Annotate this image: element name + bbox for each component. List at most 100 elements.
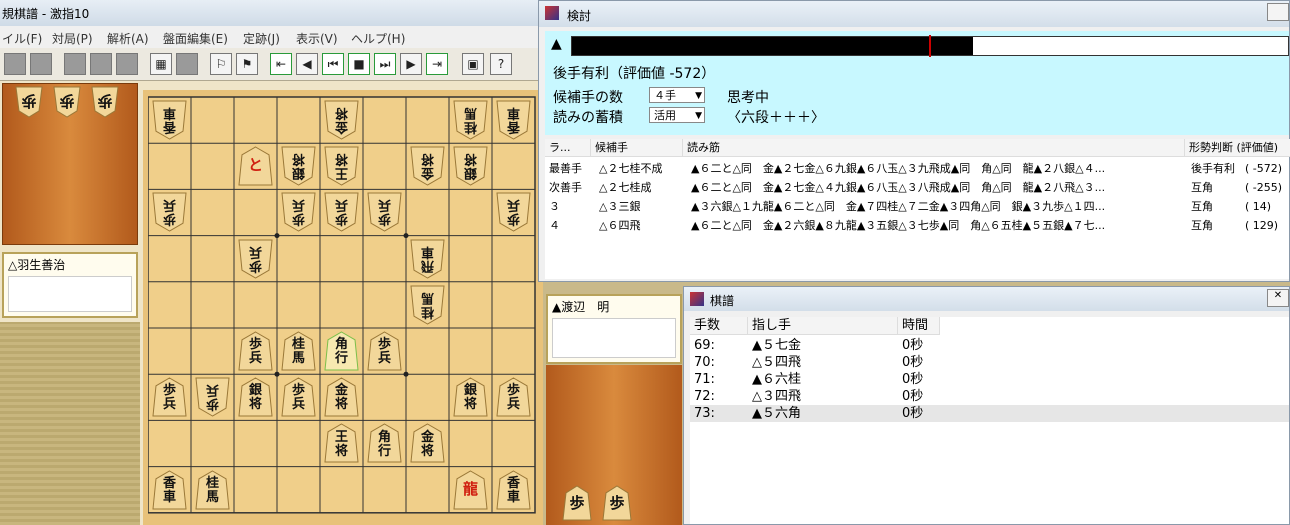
gote-piece[interactable]: 歩 [91, 86, 119, 118]
gote-piece[interactable]: 歩兵 [281, 192, 316, 232]
save-icon[interactable] [64, 53, 86, 75]
sente-piece[interactable]: 歩 [562, 485, 592, 521]
sente-piece[interactable]: 歩兵 [152, 377, 187, 417]
first-move-icon[interactable]: ⇤ [270, 53, 292, 75]
candidates-label: 候補手の数 [553, 90, 623, 106]
row-move: △２七桂不成 [599, 162, 663, 175]
gote-piece[interactable]: 香車 [152, 100, 187, 140]
sente-piece[interactable]: 桂馬 [195, 470, 230, 510]
sente-piece[interactable]: 角行 [367, 423, 402, 463]
help-icon[interactable]: ? [490, 53, 512, 75]
gote-piece[interactable]: 歩兵 [367, 192, 402, 232]
stop-analyze-icon[interactable]: ⚑ [236, 53, 258, 75]
gote-piece[interactable]: 歩兵 [152, 192, 187, 232]
monitor-icon[interactable]: ▣ [462, 53, 484, 75]
piece-label: と [247, 156, 263, 175]
header-rank[interactable]: ラ... [545, 139, 591, 157]
kifu-row[interactable]: 73: ▲５六角 0秒 [690, 405, 1289, 422]
menu-file[interactable]: イル(F) [2, 30, 42, 47]
kifu-move: ▲６六桂 [752, 372, 801, 387]
sente-piece[interactable]: 歩兵 [238, 331, 273, 371]
candidate-row[interactable]: ４ △６四飛 ▲６二と△同 金▲２六銀▲８九龍▲３五銀△３七歩▲同 角△６五桂▲５五… [545, 216, 1289, 235]
sente-piece[interactable]: 香車 [152, 470, 187, 510]
gote-piece[interactable]: 歩兵 [238, 239, 273, 279]
star-point [274, 371, 280, 377]
header-line[interactable]: 読み筋 [683, 139, 1185, 157]
edit-icon[interactable] [176, 53, 198, 75]
piece-label: 歩兵 [292, 197, 306, 227]
kifu-row[interactable]: 70: △５四飛 0秒 [690, 354, 1289, 371]
forward-icon[interactable]: ⏭ [374, 53, 396, 75]
row-line: ▲３六銀△１九龍▲６二と△同 金▲７四桂△７二金▲３四角△同 銀▲３九歩△１四.… [691, 200, 1106, 213]
sente-piece[interactable]: 角行 [324, 331, 359, 371]
gote-piece[interactable]: 飛車 [410, 239, 445, 279]
calculator-icon[interactable]: ▦ [150, 53, 172, 75]
sente-piece[interactable]: 銀将 [238, 377, 273, 417]
back-icon[interactable]: ⏮ [322, 53, 344, 75]
sente-piece[interactable]: 歩兵 [281, 377, 316, 417]
header-candidate[interactable]: 候補手 [591, 139, 683, 157]
gote-piece[interactable]: 香車 [496, 100, 531, 140]
open-icon[interactable] [30, 53, 52, 75]
menu-board-edit[interactable]: 盤面編集(E) [163, 30, 228, 47]
piece-label: 桂馬 [421, 289, 435, 319]
gote-piece[interactable]: 歩 [15, 86, 43, 118]
candidate-row[interactable]: ３ △３三銀 ▲３六銀△１九龍▲６二と△同 金▲７四桂△７二金▲３四角△同 銀▲３九… [545, 197, 1289, 216]
sente-piece[interactable]: 歩 [602, 485, 632, 521]
kifu-row[interactable]: 69: ▲５七金 0秒 [690, 337, 1289, 354]
piece-label: 歩兵 [507, 197, 521, 227]
sente-piece[interactable]: 香車 [496, 470, 531, 510]
header-judgement[interactable]: 形勢判断 (評価値) [1185, 139, 1290, 157]
stop-icon[interactable]: ■ [348, 53, 370, 75]
gote-piece[interactable]: 桂馬 [410, 285, 445, 325]
piece-label: 歩 [97, 92, 113, 111]
candidate-row[interactable]: 最善手 △２七桂不成 ▲６二と△同 金▲２七金△６九銀▲６八玉△３九飛成▲同 角△同… [545, 159, 1289, 178]
gote-piece[interactable]: 歩兵 [195, 377, 230, 417]
candidate-row[interactable]: 次善手 △２七桂成 ▲６二と△同 金▲２七金△４九銀▲６八玉△３八飛成▲同 角△同 … [545, 178, 1289, 197]
gote-piece[interactable]: 歩 [53, 86, 81, 118]
gote-piece[interactable]: 歩兵 [496, 192, 531, 232]
kifu-row[interactable]: 72: △３四飛 0秒 [690, 388, 1289, 405]
sente-piece[interactable]: 歩兵 [367, 331, 402, 371]
kifu-row[interactable]: 71: ▲６六桂 0秒 [690, 371, 1289, 388]
kifu-header-time[interactable]: 時間 [898, 317, 940, 335]
close-icon[interactable] [1267, 3, 1289, 21]
next-move-icon[interactable]: ▶ [400, 53, 422, 75]
sente-piece[interactable]: と [238, 146, 273, 186]
menu-joseki[interactable]: 定跡(J) [243, 30, 280, 47]
sente-piece[interactable]: 歩兵 [496, 377, 531, 417]
menu-help[interactable]: ヘルプ(H) [351, 30, 405, 47]
piece-label: 香車 [163, 104, 177, 134]
sente-piece[interactable]: 桂馬 [281, 331, 316, 371]
new-icon[interactable] [4, 53, 26, 75]
menu-analysis[interactable]: 解析(A) [107, 30, 149, 47]
storage-select[interactable]: 活用 ▼ [649, 107, 705, 123]
gote-piece[interactable]: 金将 [410, 146, 445, 186]
print-icon[interactable] [90, 53, 112, 75]
gote-piece[interactable]: 銀将 [453, 146, 488, 186]
candidates-select[interactable]: ４手 ▼ [649, 87, 705, 103]
row-rank: 次善手 [549, 181, 582, 194]
last-move-icon[interactable]: ⇥ [426, 53, 448, 75]
gote-piece[interactable]: 桂馬 [453, 100, 488, 140]
prev-move-icon[interactable]: ◀ [296, 53, 318, 75]
sente-piece[interactable]: 銀将 [453, 377, 488, 417]
sente-piece[interactable]: 金将 [324, 377, 359, 417]
gote-piece[interactable]: 銀将 [281, 146, 316, 186]
shogi-board[interactable]: 香車金将桂馬香車と銀将王将金将銀将歩兵歩兵歩兵歩兵歩兵歩兵飛車桂馬歩兵桂馬角行歩… [143, 90, 543, 525]
menu-view[interactable]: 表示(V) [296, 30, 338, 47]
kifu-time: 0秒 [902, 389, 924, 404]
sente-piece[interactable]: 龍 [453, 470, 488, 510]
row-score: ( 14) [1245, 200, 1272, 213]
sente-piece[interactable]: 王将 [324, 423, 359, 463]
gote-piece[interactable]: 王将 [324, 146, 359, 186]
copy-icon[interactable] [116, 53, 138, 75]
menu-game[interactable]: 対局(P) [52, 30, 93, 47]
gote-piece[interactable]: 金将 [324, 100, 359, 140]
analyze-icon[interactable]: ⚐ [210, 53, 232, 75]
close-icon[interactable]: ✕ [1267, 289, 1289, 307]
kifu-header-move[interactable]: 指し手 [748, 317, 898, 335]
sente-piece[interactable]: 金将 [410, 423, 445, 463]
gote-piece[interactable]: 歩兵 [324, 192, 359, 232]
kifu-header-number[interactable]: 手数 [690, 317, 748, 335]
